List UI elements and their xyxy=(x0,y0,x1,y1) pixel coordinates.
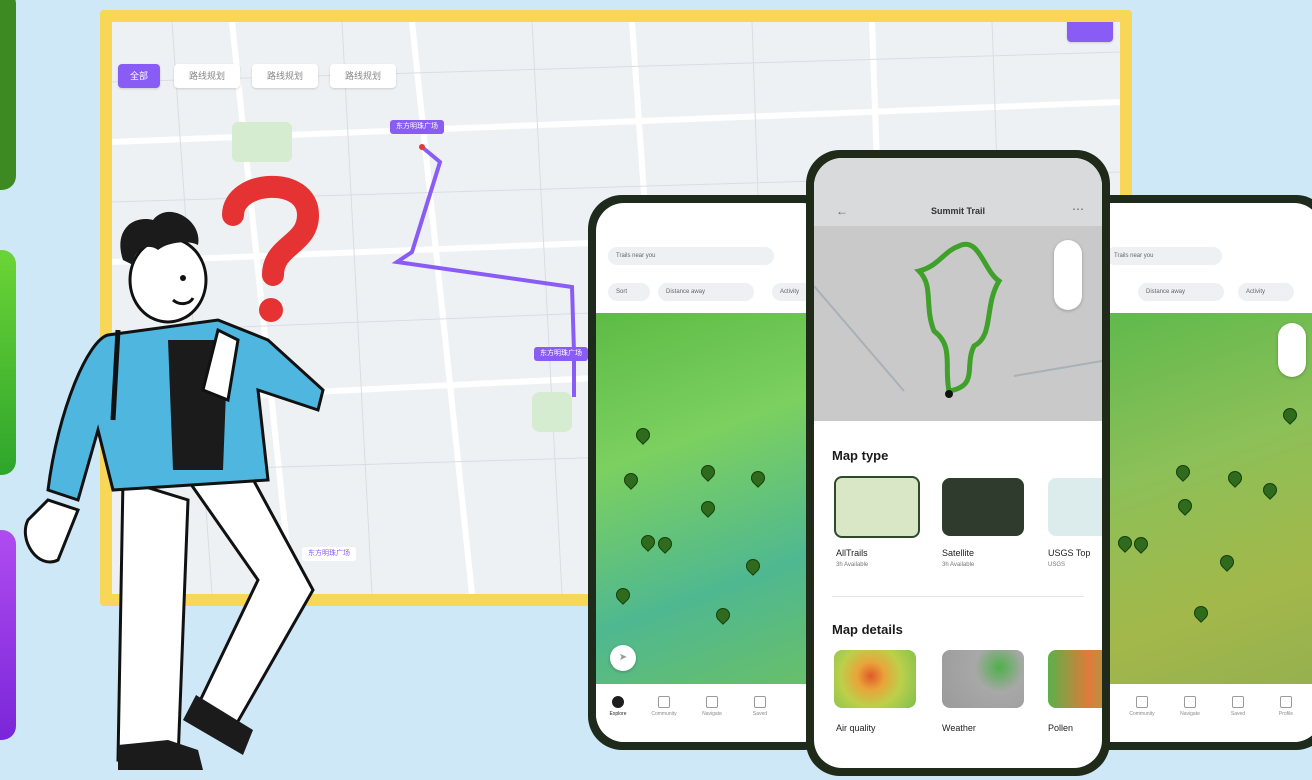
map-detail-label: Pollen xyxy=(1048,723,1074,733)
profile-icon xyxy=(1280,696,1292,708)
lime-card xyxy=(0,250,16,475)
chip-all[interactable]: 全部 xyxy=(118,64,160,88)
map-top-button[interactable] xyxy=(1067,22,1113,42)
map-type-satellite[interactable] xyxy=(942,478,1024,536)
tab-saved[interactable]: Saved xyxy=(1218,696,1258,717)
chip-route-3[interactable]: 路线规划 xyxy=(330,64,396,88)
tab-navigate[interactable]: Navigate xyxy=(1170,696,1210,717)
filter-activity[interactable]: Activity xyxy=(1238,283,1294,301)
map-detail-label: Weather xyxy=(942,723,976,733)
map-type-sub: 3h Available xyxy=(836,562,869,568)
community-icon xyxy=(1136,696,1148,708)
map-type-sub: 3h Available xyxy=(942,562,975,568)
map-layer-controls[interactable] xyxy=(1054,240,1082,310)
search-input[interactable]: Trails near you xyxy=(1106,247,1222,265)
purple-card xyxy=(0,530,16,740)
chip-route-1[interactable]: 路线规划 xyxy=(174,64,240,88)
terrain-map[interactable] xyxy=(596,313,830,685)
map-type-label: USGS Top xyxy=(1048,548,1091,558)
tab-profile[interactable]: Profile xyxy=(1266,696,1306,717)
map-layer-controls[interactable] xyxy=(1278,323,1306,377)
map-detail-label: Air quality xyxy=(836,723,876,733)
search-input[interactable]: Trails near you xyxy=(608,247,774,265)
map-detail-weather[interactable] xyxy=(942,650,1024,708)
tab-explore[interactable]: Explore xyxy=(598,696,638,717)
confused-person-illustration xyxy=(23,175,325,770)
community-icon xyxy=(658,696,670,708)
more-icon[interactable]: ⋯ xyxy=(1072,202,1084,216)
navigate-tab-icon xyxy=(1184,696,1196,708)
tab-saved[interactable]: Saved xyxy=(740,696,780,717)
divider xyxy=(832,596,1084,597)
map-details-heading: Map details xyxy=(832,622,903,637)
bookmark-icon xyxy=(754,696,766,708)
bookmark-icon xyxy=(1232,696,1244,708)
filter-distance[interactable]: Distance away xyxy=(1138,283,1224,301)
map-detail-pollen[interactable] xyxy=(1048,650,1102,708)
trail-map[interactable] xyxy=(814,226,1102,421)
explore-icon xyxy=(612,696,624,708)
phone-explore-left: Trails near you Sort Distance away Activ… xyxy=(588,195,838,750)
bottom-tab-bar: Community Navigate Saved Profile xyxy=(1078,684,1312,742)
map-type-label: Satellite xyxy=(942,548,975,558)
tab-community[interactable]: Community xyxy=(644,696,684,717)
navigate-tab-icon xyxy=(706,696,718,708)
filter-distance[interactable]: Distance away xyxy=(658,283,754,301)
map-type-heading: Map type xyxy=(832,448,889,463)
navigate-icon[interactable]: ➤ xyxy=(610,645,636,671)
map-detail-air-quality[interactable] xyxy=(834,650,916,708)
tab-navigate[interactable]: Navigate xyxy=(692,696,732,717)
map-type-usgs[interactable] xyxy=(1048,478,1102,536)
filter-sort[interactable]: Sort xyxy=(608,283,650,301)
map-type-label: AllTrails xyxy=(836,548,868,558)
location-label[interactable]: 东方明珠广场 xyxy=(534,347,588,361)
location-label[interactable]: 东方明珠广场 xyxy=(390,120,444,134)
tab-community[interactable]: Community xyxy=(1122,696,1162,717)
phone-map-settings: ← Summit Trail ⋯ Map type AllTrails 3h A… xyxy=(806,150,1110,776)
bottom-tab-bar: Explore Community Navigate Saved xyxy=(596,684,830,742)
green-card xyxy=(0,0,16,190)
trail-title: Summit Trail xyxy=(930,206,985,216)
map-type-sub: USGS xyxy=(1048,562,1066,568)
map-type-alltrails[interactable] xyxy=(834,476,920,538)
terrain-map[interactable] xyxy=(1078,313,1312,685)
chip-route-2[interactable]: 路线规划 xyxy=(252,64,318,88)
